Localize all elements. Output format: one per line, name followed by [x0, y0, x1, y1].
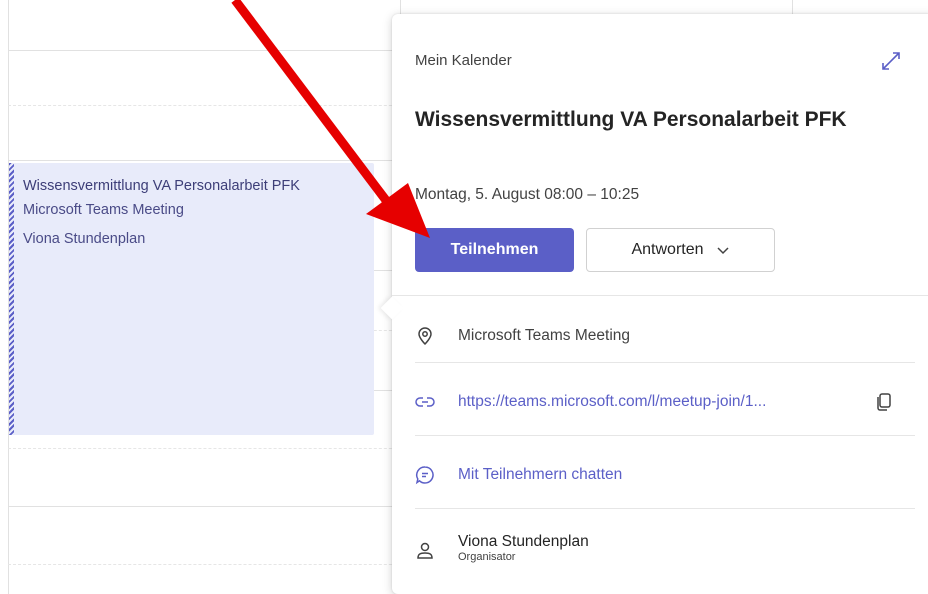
respond-dropdown-button[interactable]: Antworten	[586, 228, 775, 272]
link-icon	[415, 397, 435, 407]
event-details-popup: Mein Kalender Wissensvermittlung VA Pers…	[380, 14, 928, 594]
chat-icon	[415, 466, 434, 485]
copy-icon[interactable]	[875, 392, 893, 412]
meeting-join-link[interactable]: https://teams.microsoft.com/l/meetup-joi…	[458, 393, 766, 411]
location-pin-icon	[418, 327, 432, 346]
expand-icon[interactable]	[880, 50, 902, 72]
event-status-stripe	[9, 163, 14, 435]
event-location: Microsoft Teams Meeting	[23, 202, 184, 218]
calendar-event-block[interactable]: Wissensvermittlung VA Personalarbeit PFK…	[9, 163, 374, 435]
row-divider	[415, 435, 915, 436]
calendar-name: Mein Kalender	[415, 52, 512, 69]
link-row: https://teams.microsoft.com/l/meetup-joi…	[415, 390, 915, 414]
event-title-heading: Wissensvermittlung VA Personalarbeit PFK	[415, 108, 847, 131]
respond-label: Antworten	[631, 241, 704, 258]
event-datetime: Montag, 5. August 08:00 – 10:25	[415, 186, 640, 203]
row-divider	[415, 508, 915, 509]
row-divider	[415, 362, 915, 363]
organizer-row: Viona Stundenplan Organisator	[415, 530, 915, 566]
chat-with-participants-link[interactable]: Mit Teilnehmern chatten	[458, 466, 622, 484]
organizer-role: Organisator	[458, 551, 516, 563]
event-organizer: Viona Stundenplan	[23, 231, 146, 247]
join-button[interactable]: Teilnehmen	[415, 228, 574, 272]
location-text: Microsoft Teams Meeting	[458, 327, 630, 344]
chat-row[interactable]: Mit Teilnehmern chatten	[415, 463, 915, 487]
section-divider	[392, 295, 928, 296]
event-title: Wissensvermittlung VA Personalarbeit PFK	[23, 178, 300, 194]
chevron-down-icon	[716, 247, 729, 255]
person-icon	[417, 542, 433, 559]
location-row: Microsoft Teams Meeting	[415, 324, 915, 348]
organizer-name: Viona Stundenplan	[458, 533, 589, 550]
organizer-info: Viona Stundenplan Organisator	[458, 532, 589, 564]
